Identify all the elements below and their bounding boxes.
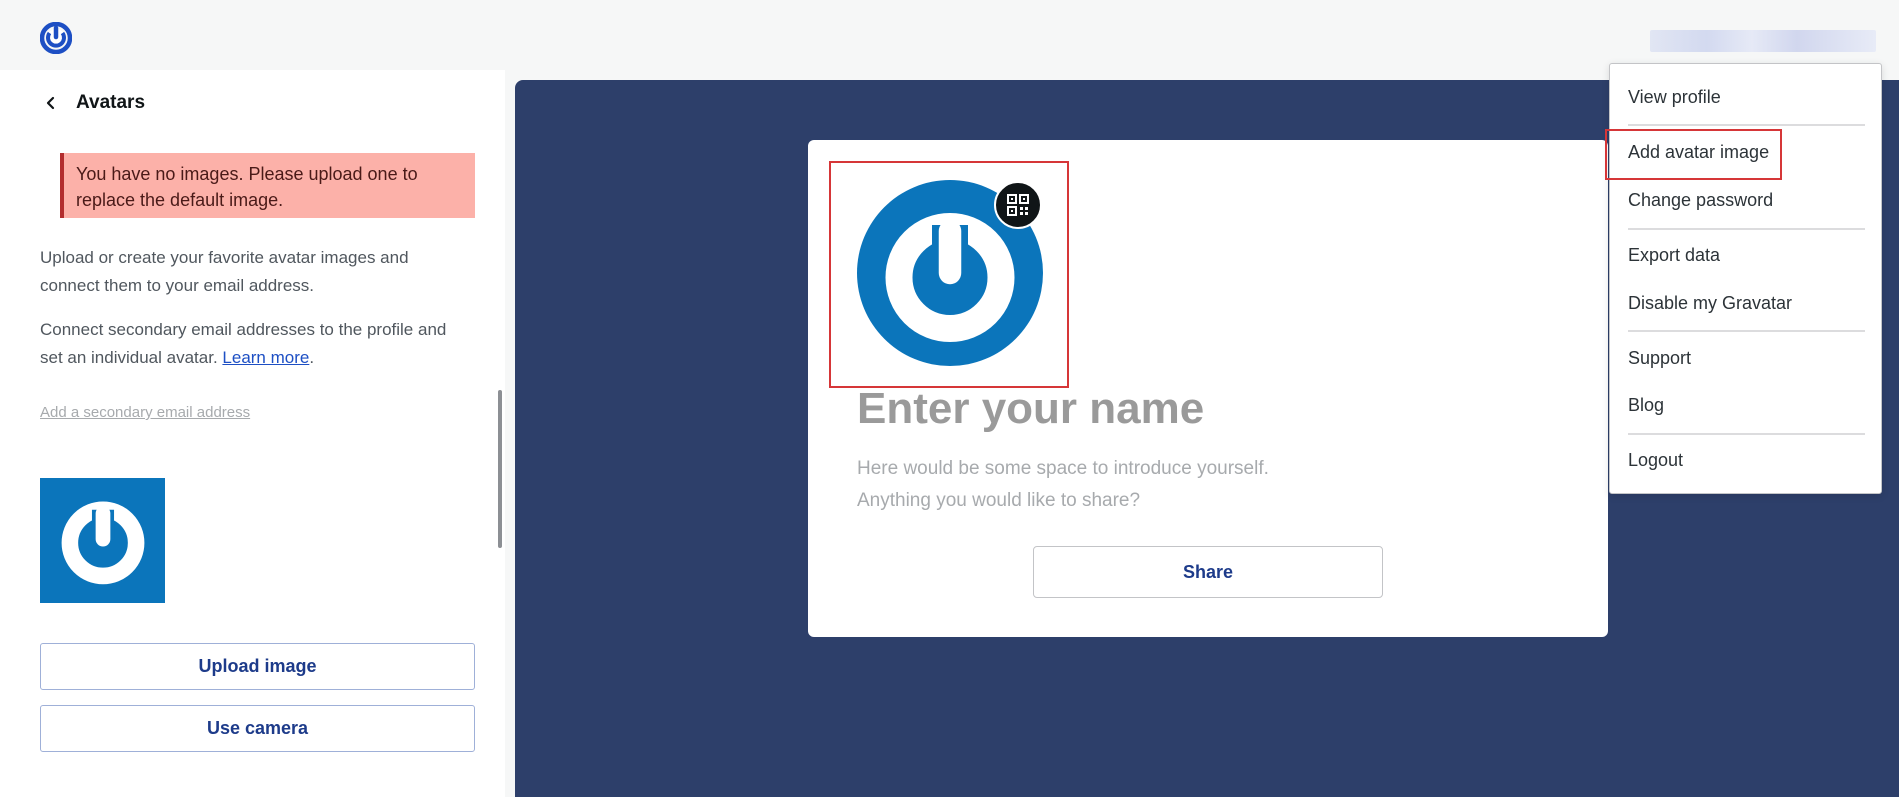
chevron-left-icon[interactable]	[40, 92, 62, 114]
menu-item-support[interactable]: Support	[1628, 348, 1691, 369]
gravatar-page: Avatars You have no images. Please uploa…	[0, 0, 1899, 797]
no-images-notice: You have no images. Please upload one to…	[60, 153, 475, 218]
menu-item-logout[interactable]: Logout	[1628, 450, 1683, 471]
learn-more-link[interactable]: Learn more	[222, 348, 309, 367]
intro-line-1: Here would be some space to introduce yo…	[857, 458, 1269, 479]
menu-item-blog[interactable]: Blog	[1628, 395, 1664, 416]
sidebar-scrollbar[interactable]	[498, 390, 502, 548]
avatars-sidebar: Avatars You have no images. Please uploa…	[0, 70, 505, 797]
default-avatar-thumbnail[interactable]	[40, 478, 165, 603]
avatars-description: Upload or create your favorite avatar im…	[40, 248, 409, 295]
menu-divider	[1628, 124, 1865, 126]
description-period: .	[309, 348, 315, 367]
profile-intro-placeholder[interactable]: Here would be some space to introduce yo…	[857, 453, 1269, 517]
menu-divider	[1628, 330, 1865, 332]
menu-item-view-profile[interactable]: View profile	[1628, 87, 1721, 108]
use-camera-button[interactable]: Use camera	[40, 705, 475, 752]
back-row: Avatars	[40, 92, 145, 114]
menu-item-change-password[interactable]: Change password	[1628, 190, 1773, 211]
menu-item-add-avatar-image[interactable]: Add avatar image	[1628, 142, 1769, 163]
menu-item-disable-gravatar[interactable]: Disable my Gravatar	[1628, 293, 1792, 314]
user-dropdown-menu: View profile Add avatar image Change pas…	[1605, 63, 1882, 494]
menu-divider	[1628, 433, 1865, 435]
qr-code-icon[interactable]	[994, 181, 1042, 229]
intro-line-2: Anything you would like to share?	[857, 490, 1141, 511]
add-secondary-email-link[interactable]: Add a secondary email address	[40, 404, 250, 421]
sidebar-title: Avatars	[76, 92, 146, 113]
user-name-blurred[interactable]	[1650, 30, 1876, 52]
menu-divider	[1628, 228, 1865, 230]
upload-image-button[interactable]: Upload image	[40, 643, 475, 690]
profile-name-placeholder[interactable]: Enter your name	[857, 384, 1204, 434]
gravatar-mark-icon	[61, 500, 144, 584]
menu-item-export-data[interactable]: Export data	[1628, 245, 1720, 266]
secondary-email-description: Connect secondary email addresses to the…	[40, 316, 470, 372]
gravatar-logo-icon[interactable]	[39, 21, 73, 55]
share-button[interactable]: Share	[1033, 546, 1383, 598]
